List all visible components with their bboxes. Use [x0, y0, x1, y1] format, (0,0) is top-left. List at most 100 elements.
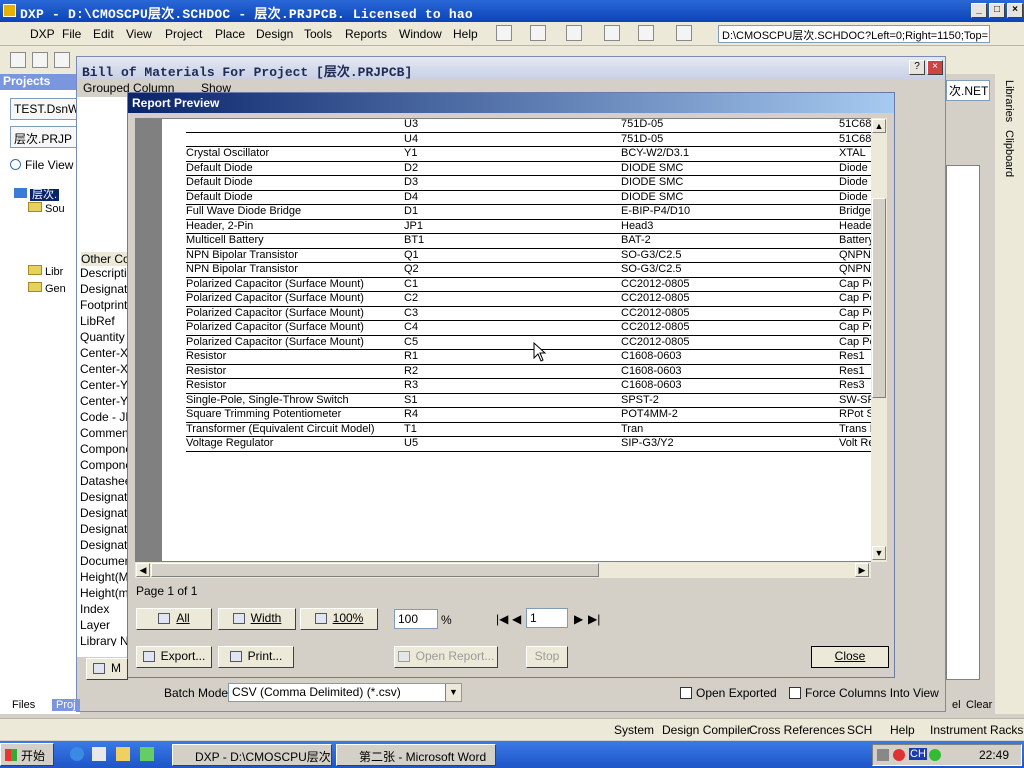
prev-page-icon[interactable]: ◀	[512, 612, 521, 626]
h-scroll-thumb[interactable]	[151, 563, 599, 577]
bom-property-item[interactable]: Center-X(	[80, 346, 128, 360]
tray-ime-label[interactable]: CH	[909, 748, 927, 760]
bom-property-item[interactable]: Library N	[80, 634, 128, 646]
stop-button[interactable]: Stop	[526, 646, 568, 668]
batch-mode-select[interactable]: CSV (Comma Delimited) (*.csv) ▼	[228, 683, 462, 702]
save-icon[interactable]	[54, 52, 70, 68]
open-folder-icon[interactable]	[32, 52, 48, 68]
clipboard-tab[interactable]: Clipboard	[1003, 130, 1015, 177]
menu-place[interactable]: Place	[215, 27, 245, 41]
pin-icon[interactable]	[604, 25, 620, 41]
force-columns-checkbox[interactable]: Force Columns Into View	[789, 686, 939, 700]
status-cross-references[interactable]: Cross References	[749, 723, 845, 737]
start-button[interactable]: 开始	[0, 743, 54, 766]
vertical-scrollbar[interactable]: ▲ ▼	[871, 118, 887, 562]
quicklaunch-ie-icon[interactable]	[70, 747, 84, 761]
bom-property-item[interactable]: Comment	[80, 426, 128, 440]
bom-property-item[interactable]: Descriptio	[80, 266, 128, 280]
close-report-button[interactable]: Close	[811, 646, 889, 668]
quicklaunch-app-icon[interactable]	[140, 747, 154, 761]
clear-button[interactable]: Clear	[966, 699, 992, 711]
bom-property-item[interactable]: Designato	[80, 282, 128, 296]
menu-reports[interactable]: Reports	[345, 27, 387, 41]
bom-property-item[interactable]: Documen	[80, 554, 128, 568]
horizontal-scrollbar[interactable]: ◀ ▶	[135, 562, 871, 578]
bom-help-button[interactable]: ?	[909, 60, 925, 75]
down-arrow-icon[interactable]	[566, 25, 582, 41]
bom-property-item[interactable]: Datashee	[80, 474, 128, 488]
bom-property-item[interactable]: Center-X(	[80, 362, 128, 376]
status-system[interactable]: System	[614, 723, 654, 737]
menu-design[interactable]: Design	[256, 27, 293, 41]
tree-item-generated[interactable]: Gen	[28, 282, 66, 296]
zoom-input[interactable]: 100	[394, 609, 438, 629]
menu-window[interactable]: Window	[399, 27, 442, 41]
maximize-button[interactable]: □	[989, 3, 1005, 18]
menu-tools[interactable]: Tools	[304, 27, 332, 41]
bom-property-item[interactable]: Designato	[80, 506, 128, 520]
zoom-100-button[interactable]: 100%	[300, 608, 378, 630]
tray-network-icon[interactable]	[877, 749, 889, 761]
menu-edit[interactable]: Edit	[93, 27, 114, 41]
status-help[interactable]: Help	[890, 723, 915, 737]
projects-tab[interactable]: Proj	[52, 699, 80, 711]
new-doc-icon[interactable]	[10, 52, 26, 68]
status-design-compiler[interactable]: Design Compiler	[662, 723, 751, 737]
scroll-right-arrow-icon[interactable]: ▶	[855, 563, 869, 577]
bom-menu-button[interactable]: M	[86, 658, 128, 680]
menu-dxp[interactable]: DXP	[30, 27, 55, 41]
bom-property-item[interactable]: Center-Y(	[80, 378, 128, 392]
bom-property-item[interactable]: Layer	[80, 618, 110, 632]
scroll-thumb[interactable]	[872, 198, 886, 398]
scroll-down-arrow-icon[interactable]: ▼	[872, 546, 886, 560]
diamond-icon[interactable]	[638, 25, 654, 41]
menu-project[interactable]: Project	[165, 27, 202, 41]
taskbar-word[interactable]: 第二张 - Microsoft Word	[336, 744, 496, 766]
bom-property-item[interactable]: Compone	[80, 458, 128, 472]
close-button[interactable]: ×	[1007, 3, 1023, 18]
page-number-input[interactable]: 1	[526, 608, 568, 628]
bom-close-button[interactable]: ×	[927, 60, 943, 75]
bom-property-item[interactable]: LibRef	[80, 314, 115, 328]
open-report-button[interactable]: Open Report...	[394, 646, 498, 668]
menu-help[interactable]: Help	[453, 27, 478, 41]
bom-property-item[interactable]: Designato	[80, 522, 128, 536]
bom-property-item[interactable]: Center-Y(	[80, 394, 128, 408]
printer-icon[interactable]	[530, 25, 546, 41]
bom-property-item[interactable]: Compone	[80, 442, 128, 456]
scroll-up-arrow-icon[interactable]: ▲	[872, 119, 886, 133]
last-page-icon[interactable]: ▶|	[588, 612, 600, 626]
address-field[interactable]: D:\CMOSCPU层次.SCHDOC?Left=0;Right=1150;To…	[718, 25, 990, 43]
menu-file[interactable]: File	[62, 27, 81, 41]
pencil-icon[interactable]	[496, 25, 512, 41]
bom-property-item[interactable]: Height(m	[80, 586, 128, 600]
bom-property-item[interactable]: Code - JE	[80, 410, 128, 424]
taskbar-dxp[interactable]: DXP - D:\CMOSCPU层次....	[172, 744, 332, 766]
minimize-button[interactable]: _	[971, 3, 987, 18]
project-select[interactable]: 层次.PRJP	[10, 126, 78, 148]
bom-property-item[interactable]: Index	[80, 602, 109, 616]
libraries-tab[interactable]: Libraries	[1003, 80, 1015, 122]
bom-property-item[interactable]: Designato	[80, 538, 128, 552]
workspace-select[interactable]: TEST.DsnW	[10, 98, 78, 120]
next-page-icon[interactable]: ▶	[574, 612, 583, 626]
zoom-all-button[interactable]: All	[136, 608, 212, 630]
tree-item-libraries[interactable]: Libr	[28, 265, 63, 279]
menu-view[interactable]: View	[126, 27, 152, 41]
open-exported-checkbox[interactable]: Open Exported	[680, 686, 777, 700]
bom-property-item[interactable]: Designato	[80, 490, 128, 504]
export-button[interactable]: Export...	[136, 646, 212, 668]
bom-property-item[interactable]: Footprint	[80, 298, 127, 312]
tree-item-source[interactable]: Sou	[28, 202, 65, 216]
quicklaunch-outlook-icon[interactable]	[92, 747, 106, 761]
first-page-icon[interactable]: |◀	[496, 612, 508, 626]
quicklaunch-desktop-icon[interactable]	[116, 747, 130, 761]
files-tab[interactable]: Files	[12, 699, 35, 711]
bom-property-item[interactable]: Quantity	[80, 330, 125, 344]
grid-icon[interactable]	[676, 25, 692, 41]
zoom-width-button[interactable]: Width	[218, 608, 296, 630]
chevron-down-icon[interactable]: ▼	[445, 684, 461, 701]
tray-app-icon[interactable]	[893, 749, 905, 761]
print-button[interactable]: Print...	[218, 646, 294, 668]
tree-item-project[interactable]: 层次.	[14, 186, 60, 201]
